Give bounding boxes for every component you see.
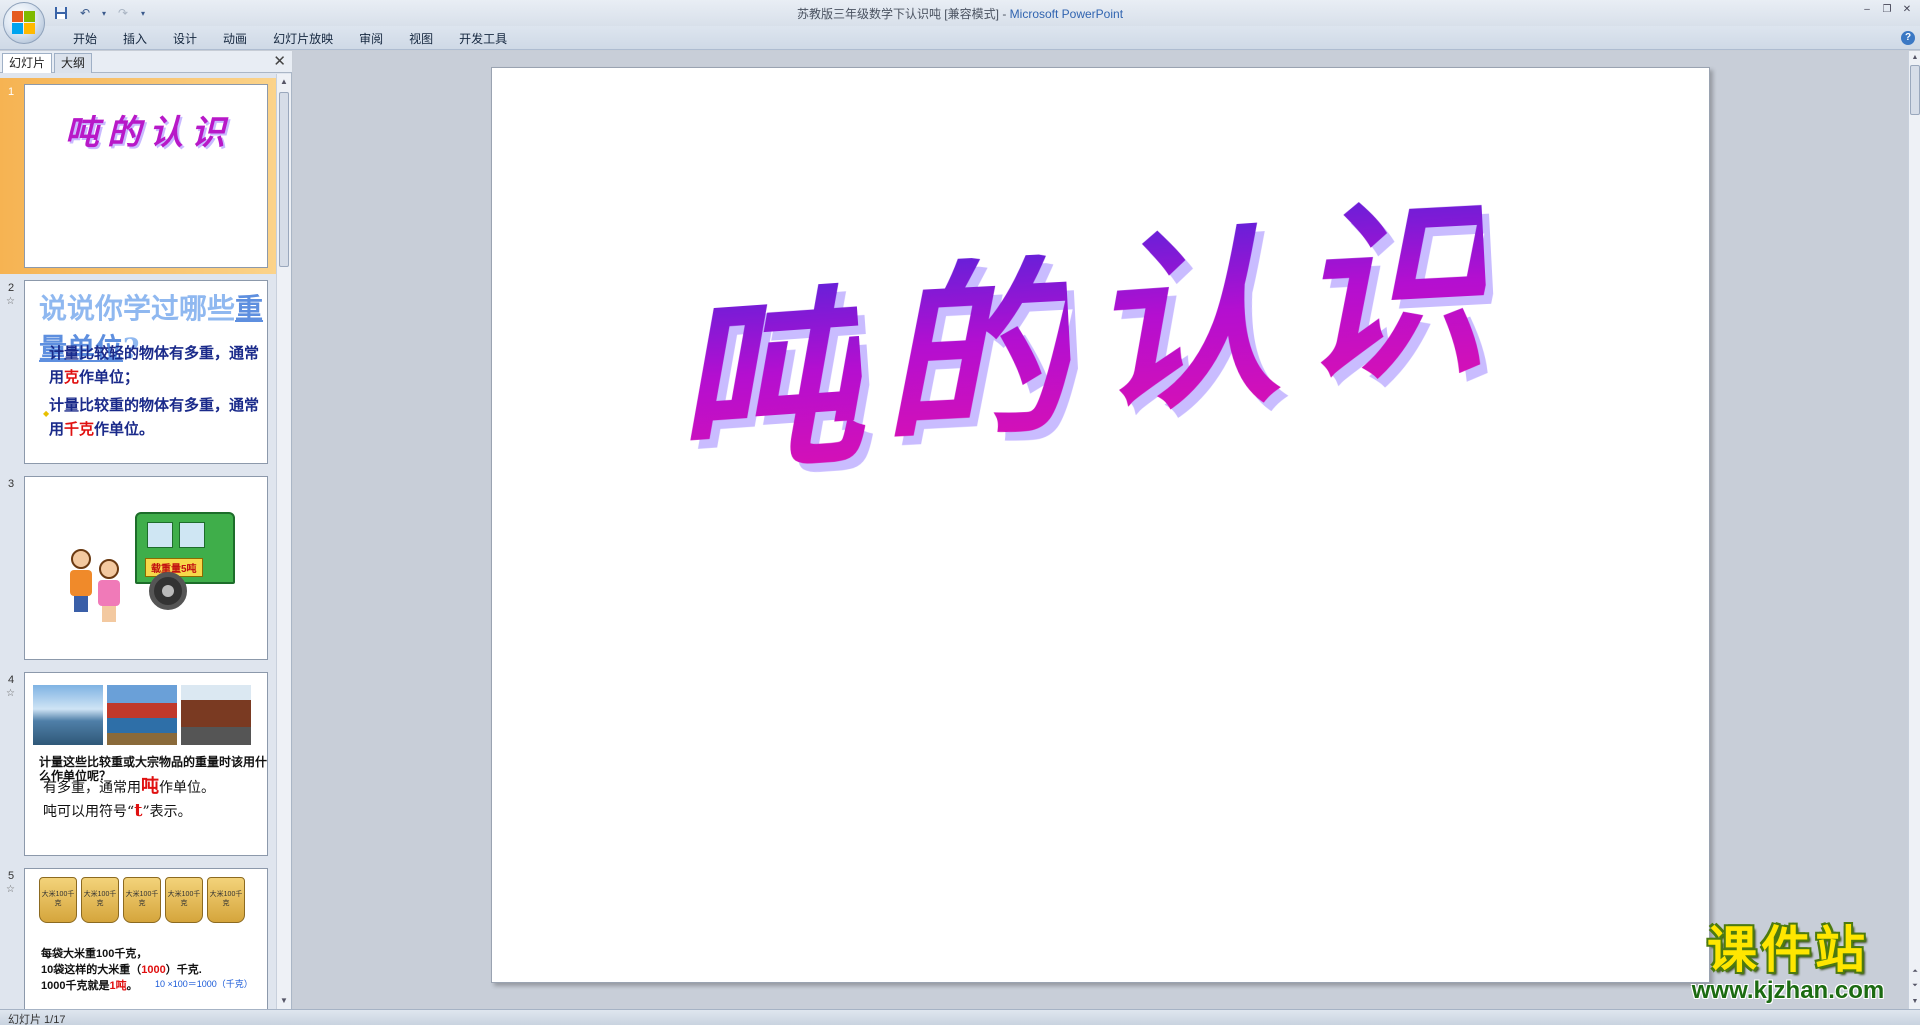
animation-star-icon: ☆ xyxy=(6,884,15,895)
slide-number: 5 xyxy=(8,870,15,882)
tab-design[interactable]: 设计 xyxy=(160,30,210,48)
title-bar: ↶ ▾ ↷ ▾ 苏教版三年级数学下认识吨 [兼容模式] - Microsoft … xyxy=(0,0,1920,44)
thumb-line-1: 计量比较轻的物体有多重，通常用克作单位； xyxy=(49,344,260,386)
animation-star-icon: ☆ xyxy=(6,296,15,307)
thumb-line-1: 每袋大米重100千克， xyxy=(41,948,148,960)
close-button[interactable]: ✕ xyxy=(1898,2,1916,16)
truck-illustration: 载重量5吨 xyxy=(135,502,235,612)
scrollbar-thumb[interactable] xyxy=(279,92,289,267)
panel-tabs: 幻灯片 大纲 ✕ xyxy=(0,51,292,73)
tab-slides[interactable]: 幻灯片 xyxy=(2,53,53,73)
slide-number: 4 xyxy=(8,674,15,686)
thumbnail-slide-1[interactable]: 1 吨的认识 xyxy=(0,78,276,274)
rice-bag: 大米100千克 xyxy=(165,877,203,923)
thumb-formula: 10 ×100＝1000（千克） xyxy=(155,979,253,989)
title-char: 识 xyxy=(1290,176,1492,409)
app-name: Microsoft PowerPoint xyxy=(1009,7,1124,21)
next-slide-icon[interactable]: ⏷ xyxy=(1909,979,1920,993)
slide-thumbnail[interactable]: 大米100千克 大米100千克 大米100千克 大米100千克 大米100千克 … xyxy=(24,868,268,1009)
previous-slide-icon[interactable]: ⏶ xyxy=(1909,965,1920,979)
slide-number: 1 xyxy=(8,86,15,98)
rice-bag: 大米100千克 xyxy=(123,877,161,923)
boy-illustration xyxy=(69,549,93,613)
help-icon[interactable]: ? xyxy=(1901,31,1915,45)
slide-thumbnail[interactable]: 说说你学过哪些重量单位? 计量比较轻的物体有多重，通常用克作单位； ◆ 计量比较… xyxy=(24,280,268,464)
rice-bag: 大米100千克 xyxy=(39,877,77,923)
tab-insert[interactable]: 插入 xyxy=(110,30,160,48)
editor-scrollbar[interactable]: ▲ ⏶ ⏷ ▼ xyxy=(1908,51,1920,1009)
train-photo xyxy=(181,685,251,745)
container-photo xyxy=(107,685,177,745)
title-char: 认 xyxy=(1080,204,1286,441)
close-panel-icon[interactable]: ✕ xyxy=(273,53,286,71)
scrollbar-thumb[interactable] xyxy=(1910,65,1920,115)
minimize-button[interactable]: – xyxy=(1858,2,1876,16)
thumb-line-3: 1000千克就是1吨。 xyxy=(41,980,138,992)
slide-thumbnail[interactable]: 吨的认识 xyxy=(24,84,268,268)
thumbnail-slide-4[interactable]: 4 ☆ 计量这些比较重或大宗物品的重量时该用什么作单位呢？ 有多重，通常用吨作单… xyxy=(0,666,276,862)
thumb-line-2: 吨可以用符号“t”表示。 xyxy=(43,800,192,821)
document-title: 苏教版三年级数学下认识吨 [兼容模式] xyxy=(796,7,999,21)
kjzhan-watermark-logo: 课件站 www.kjzhan.com xyxy=(1672,922,1904,1008)
ribbon-tabs: 开始 插入 设计 动画 幻灯片放映 审阅 视图 开发工具 xyxy=(60,30,520,48)
scroll-up-icon[interactable]: ▲ xyxy=(1909,51,1920,65)
thumb-line-2: 10袋这样的大米重（1000）千克. xyxy=(41,964,202,976)
thumbnail-slide-5[interactable]: 5 ☆ 大米100千克 大米100千克 大米100千克 大米100千克 大米10… xyxy=(0,862,276,1009)
tab-animations[interactable]: 动画 xyxy=(210,30,260,48)
slide-indicator: 幻灯片 1/17 xyxy=(8,1014,66,1025)
office-logo-icon xyxy=(12,11,36,35)
thumbnail-slide-2[interactable]: 2 ☆ 说说你学过哪些重量单位? 计量比较轻的物体有多重，通常用克作单位； ◆ … xyxy=(0,274,276,470)
title-char: 吨 xyxy=(664,264,870,501)
current-slide[interactable]: 吨 的 认 识 xyxy=(491,67,1710,983)
slide-number: 3 xyxy=(8,478,15,490)
window-controls: – ❐ ✕ xyxy=(1858,2,1916,16)
slide-number: 2 xyxy=(8,282,15,294)
rice-bag: 大米100千克 xyxy=(81,877,119,923)
scroll-up-icon[interactable]: ▲ xyxy=(277,74,291,90)
rice-bag: 大米100千克 xyxy=(207,877,245,923)
watermark-main-text: 课件站 xyxy=(1707,920,1869,979)
thumb-line-2: 计量比较重的物体有多重，通常用千克作单位。 xyxy=(49,396,260,438)
thumb-title: 吨的认识 xyxy=(65,113,233,153)
window-title: 苏教版三年级数学下认识吨 [兼容模式] - Microsoft PowerPoi… xyxy=(796,7,1124,21)
tab-outline[interactable]: 大纲 xyxy=(54,53,93,73)
thumbnail-list: 1 吨的认识 2 ☆ 说说你学过哪些重量单位? 计量比较轻的物体有多重，通常用克… xyxy=(0,74,276,1009)
harbor-photo xyxy=(33,685,103,745)
scroll-down-icon[interactable]: ▼ xyxy=(277,993,291,1009)
thumb-line-1: 有多重，通常用吨作单位。 xyxy=(43,776,215,797)
title-char: 的 xyxy=(874,236,1076,469)
tab-home[interactable]: 开始 xyxy=(60,30,110,48)
office-button[interactable] xyxy=(3,2,45,44)
tab-view[interactable]: 视图 xyxy=(396,30,446,48)
girl-illustration xyxy=(97,559,121,623)
tab-developer[interactable]: 开发工具 xyxy=(446,30,520,48)
slide-editor: 吨 的 认 识 xyxy=(293,51,1908,1009)
slide-thumbnail[interactable]: 计量这些比较重或大宗物品的重量时该用什么作单位呢？ 有多重，通常用吨作单位。 吨… xyxy=(24,672,268,856)
watermark-url: www.kjzhan.com xyxy=(1691,977,1885,1004)
ribbon: 开始 插入 设计 动画 幻灯片放映 审阅 视图 开发工具 ? xyxy=(0,26,1920,50)
tab-slideshow[interactable]: 幻灯片放映 xyxy=(260,30,346,48)
status-bar: 幻灯片 1/17 xyxy=(0,1009,1920,1025)
animation-star-icon: ☆ xyxy=(6,688,15,699)
restore-button[interactable]: ❐ xyxy=(1878,2,1896,16)
slide-title[interactable]: 吨 的 认 识 xyxy=(664,168,1572,500)
scroll-down-icon[interactable]: ▼ xyxy=(1909,995,1920,1009)
tab-review[interactable]: 审阅 xyxy=(346,30,396,48)
slides-panel: 幻灯片 大纲 ✕ 1 吨的认识 2 ☆ 说说你学过哪些重量单位? 计量比较轻的物… xyxy=(0,51,292,1009)
slide-thumbnail[interactable]: 载重量5吨 xyxy=(24,476,268,660)
thumbnail-scrollbar[interactable]: ▲ ▼ xyxy=(276,74,291,1009)
thumbnail-slide-3[interactable]: 3 载重量5吨 xyxy=(0,470,276,666)
